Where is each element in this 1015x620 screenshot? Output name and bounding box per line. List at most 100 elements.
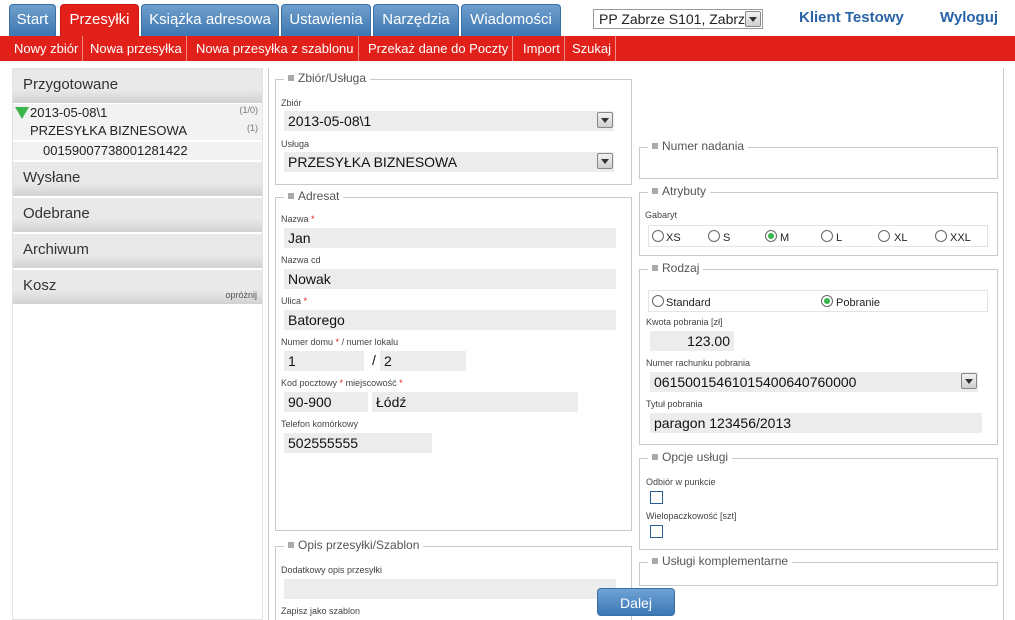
section-opis-przesylki: Opis przesyłki/Szablon Dodatkowy opis pr…: [275, 538, 632, 620]
radio-m-label: M: [780, 232, 790, 244]
flat-number-input[interactable]: 2: [380, 351, 466, 371]
sidebar-item-archiwum[interactable]: Archiwum: [13, 234, 262, 268]
tree-set-row[interactable]: 2013-05-08\1 (1/0): [13, 104, 262, 122]
radio-l[interactable]: [821, 230, 833, 242]
chevron-down-icon[interactable]: [597, 153, 613, 169]
tree-set-count: (1/0): [239, 105, 258, 115]
section-numer-nadania: Numer nadania: [639, 139, 998, 179]
name-cd-input[interactable]: Nowak: [284, 269, 616, 289]
name-cd-label: Nazwa cd: [281, 255, 321, 265]
menu-przekaz-dane[interactable]: Przekaż dane do Poczty: [364, 36, 514, 61]
cod-title-input[interactable]: paragon 123456/2013: [650, 413, 982, 433]
chevron-down-icon[interactable]: [961, 373, 977, 389]
name-input[interactable]: Jan: [284, 228, 616, 248]
tree-service-row[interactable]: PRZESYŁKA BIZNESOWA (1): [13, 122, 262, 140]
section-zbior-usluga: Zbiór/Usługa Zbiór 2013-05-08\1 Usługa P…: [275, 71, 632, 185]
account-label: Numer rachunku pobrania: [646, 358, 751, 368]
section-legend: Numer nadania: [648, 139, 749, 153]
menu-nowa-przesylka-z-szablonu[interactable]: Nowa przesyłka z szablonu: [192, 36, 359, 61]
city-input[interactable]: Łódź: [372, 392, 578, 412]
radio-xxl-label: XXL: [950, 232, 971, 244]
section-uslugi-komplementarne: Usługi komplementarne: [639, 554, 998, 586]
street-input[interactable]: Batorego: [284, 310, 616, 330]
cod-amount-label: Kwota pobrania [zł]: [646, 317, 723, 327]
radio-xl[interactable]: [878, 230, 890, 242]
section-opcje-uslugi: Opcje usługi Odbiór w punkcie Wielopaczk…: [639, 450, 998, 550]
tree-shipment-row[interactable]: 00159007738001281422: [13, 142, 262, 160]
sidebar-item-kosz[interactable]: Kosz opróżnij: [13, 270, 262, 304]
usluga-select[interactable]: PRZESYŁKA BIZNESOWA: [284, 152, 614, 172]
section-legend: Adresat: [284, 189, 344, 203]
tab-wiadomosci[interactable]: Wiadomości: [461, 4, 561, 36]
section-legend: Atrybuty: [648, 184, 711, 198]
expand-triangle-icon[interactable]: [15, 107, 29, 119]
radio-l-label: L: [836, 232, 843, 244]
menu-nowy-zbior[interactable]: Nowy zbiór: [10, 36, 84, 61]
usluga-select-value: PRZESYŁKA BIZNESOWA: [288, 154, 458, 170]
menu-import[interactable]: Import: [519, 36, 565, 61]
post-office-select-value: PP Zabrze S101, Zabrze: [599, 11, 753, 27]
radio-xs-label: XS: [666, 232, 681, 244]
tab-start[interactable]: Start: [9, 4, 56, 36]
sidebar: Przygotowane 2013-05-08\1 (1/0) PRZESYŁK…: [12, 68, 263, 620]
pickup-label: Odbiór w punkcie: [646, 477, 716, 487]
radio-pobranie-label: Pobranie: [836, 297, 881, 309]
tab-przesylki[interactable]: Przesyłki: [60, 4, 139, 36]
account-select-value: 06150015461015400640760000: [654, 374, 857, 390]
empty-trash-link[interactable]: opróżnij: [225, 290, 257, 300]
section-legend: Zbiór/Usługa: [284, 71, 371, 85]
extra-description-input[interactable]: [284, 579, 616, 599]
radio-xs[interactable]: [652, 230, 664, 242]
chevron-down-icon[interactable]: [745, 11, 761, 27]
house-label: Numer domu * / numer lokalu: [281, 337, 399, 347]
tree-set-label: 2013-05-08\1: [30, 105, 108, 120]
house-number-input[interactable]: 1: [284, 351, 364, 371]
account-select[interactable]: 06150015461015400640760000: [650, 372, 978, 392]
radio-pobranie[interactable]: [821, 295, 833, 307]
rodzaj-radio-group: Standard Pobranie: [648, 290, 988, 312]
postcode-input[interactable]: 90-900: [284, 392, 368, 412]
tab-narzedzia[interactable]: Narzędzia: [373, 4, 459, 36]
post-office-select[interactable]: PP Zabrze S101, Zabrze: [593, 9, 763, 29]
menu-nowa-przesylka[interactable]: Nowa przesyłka: [86, 36, 187, 61]
next-button[interactable]: Dalej: [597, 588, 675, 616]
chevron-down-icon[interactable]: [597, 112, 613, 128]
tab-ustawienia[interactable]: Ustawienia: [281, 4, 371, 36]
multi-package-checkbox[interactable]: [650, 525, 663, 538]
multi-package-label: Wielopaczkowość [szt]: [646, 511, 737, 521]
gabaryt-radio-group: XS S M L XL XXL: [648, 225, 988, 247]
menu-szukaj[interactable]: Szukaj: [568, 36, 617, 61]
sidebar-item-przygotowane[interactable]: Przygotowane: [13, 69, 262, 103]
radio-standard-label: Standard: [666, 297, 711, 309]
logout-link[interactable]: Wyloguj: [940, 9, 998, 26]
zbior-select[interactable]: 2013-05-08\1: [284, 111, 614, 131]
section-adresat: Adresat Nazwa * Jan Nazwa cd Nowak Ulica…: [275, 189, 632, 531]
gabaryt-label: Gabaryt: [645, 210, 678, 220]
house-slash: /: [372, 352, 376, 368]
cod-title-label: Tytuł pobrania: [646, 399, 703, 409]
section-legend: Opcje usługi: [648, 450, 733, 464]
radio-m[interactable]: [765, 230, 777, 242]
radio-xxl[interactable]: [935, 230, 947, 242]
phone-label: Telefon komórkowy: [281, 419, 359, 429]
radio-s[interactable]: [708, 230, 720, 242]
name-label: Nazwa *: [281, 214, 315, 224]
client-name: Klient Testowy: [799, 9, 904, 26]
section-rodzaj: Rodzaj Standard Pobranie Kwota pobrania …: [639, 261, 998, 445]
top-navigation: Start Przesyłki Książka adresowa Ustawie…: [0, 0, 1015, 36]
phone-input[interactable]: 502555555: [284, 433, 432, 453]
radio-standard[interactable]: [652, 295, 664, 307]
pickup-checkbox[interactable]: [650, 491, 663, 504]
usluga-label: Usługa: [281, 139, 310, 149]
tab-ksiazka-adresowa[interactable]: Książka adresowa: [141, 4, 279, 36]
sidebar-item-wyslane[interactable]: Wysłane: [13, 162, 262, 196]
cod-amount-input[interactable]: 123.00: [650, 331, 734, 351]
extra-description-label: Dodatkowy opis przesyłki: [281, 565, 383, 575]
radio-s-label: S: [723, 232, 731, 244]
section-legend[interactable]: Usługi komplementarne: [648, 554, 793, 568]
street-label: Ulica *: [281, 296, 308, 306]
sub-menu: Nowy zbiór Nowa przesyłka Nowa przesyłka…: [0, 36, 1015, 61]
sidebar-item-odebrane[interactable]: Odebrane: [13, 198, 262, 232]
radio-xl-label: XL: [894, 232, 908, 244]
zbior-select-value: 2013-05-08\1: [288, 113, 372, 129]
